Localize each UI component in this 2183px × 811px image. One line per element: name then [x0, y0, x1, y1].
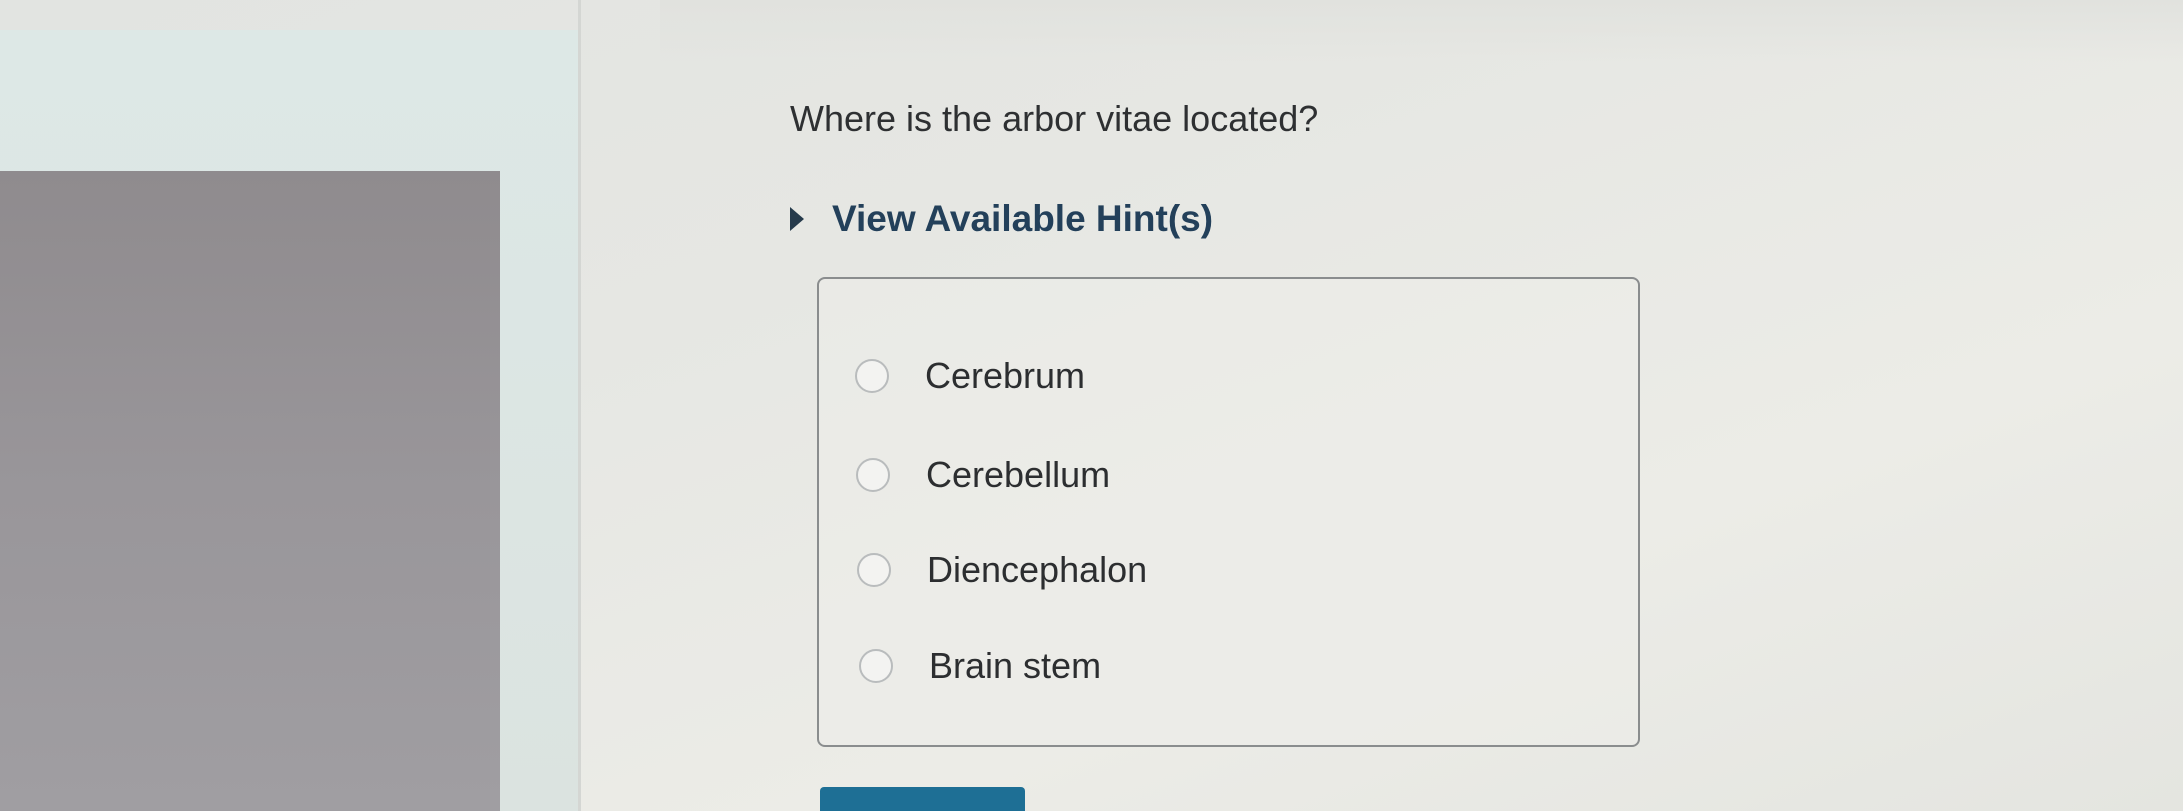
caret-right-icon: [790, 207, 804, 231]
left-image-area: [0, 171, 500, 811]
option-label: Brain stem: [929, 645, 1102, 686]
submit-button[interactable]: [820, 787, 1025, 811]
answer-option-diencephalon[interactable]: Diencephalon: [857, 549, 1147, 591]
option-label: Diencephalon: [927, 549, 1148, 590]
radio-button[interactable]: [857, 553, 891, 587]
option-label: Cerebrum: [925, 355, 1086, 396]
option-label: Cerebellum: [926, 454, 1111, 495]
radio-button[interactable]: [856, 458, 890, 492]
top-shade: [660, 0, 2183, 62]
question-text: Where is the arbor vitae located?: [790, 98, 1319, 139]
answer-option-brain-stem[interactable]: Brain stem: [859, 645, 1101, 687]
panel-divider: [578, 0, 581, 811]
view-hints-toggle[interactable]: View Available Hint(s): [790, 198, 1213, 240]
answer-options-box: Cerebrum Cerebellum Diencephalon Brain s…: [817, 277, 1640, 747]
answer-option-cerebrum[interactable]: Cerebrum: [855, 355, 1085, 397]
answer-option-cerebellum[interactable]: Cerebellum: [856, 454, 1110, 496]
radio-button[interactable]: [855, 359, 889, 393]
radio-button[interactable]: [859, 649, 893, 683]
hints-label: View Available Hint(s): [832, 198, 1214, 239]
